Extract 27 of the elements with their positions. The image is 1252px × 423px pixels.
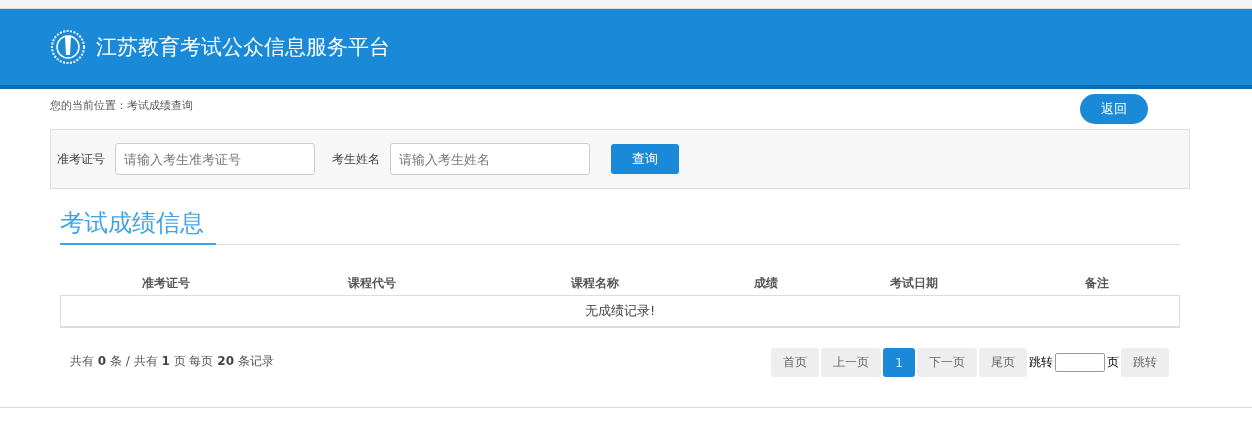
page-button[interactable]: 尾页 (979, 348, 1027, 377)
page-button[interactable]: 上一页 (821, 348, 882, 377)
query-button[interactable]: 查询 (611, 144, 679, 174)
page-button[interactable]: 首页 (771, 348, 820, 377)
column-header: 准考证号 (141, 275, 191, 291)
page-input[interactable] (1055, 353, 1105, 372)
back-button[interactable]: 返回 (1080, 94, 1148, 124)
emblem-icon (50, 29, 86, 65)
field-label: 考生姓名 (332, 151, 380, 167)
input-field[interactable]: 请输入考生准考证号 (115, 143, 315, 175)
breadcrumb: 您的当前位置：考试成绩查询 (50, 97, 193, 113)
column-header: 考试日期 (889, 275, 939, 291)
jump-label: 跳转 (1029, 354, 1053, 371)
column-header: 成绩 (753, 275, 779, 291)
page-button[interactable]: 下一页 (917, 348, 977, 377)
site-title: 江苏教育考试公众信息服务平台 (96, 34, 390, 61)
column-header: 课程名称 (570, 275, 620, 291)
column-header: 课程代号 (347, 275, 397, 291)
jump-button[interactable]: 跳转 (1121, 348, 1169, 377)
field-label: 准考证号 (57, 151, 105, 167)
section-title: 考试成绩信息 (60, 207, 216, 245)
record-summary: 共有 0 条 / 共有 1 页 每页 20 条记录 (70, 353, 274, 370)
column-header: 备注 (1084, 275, 1110, 291)
page-unit: 页 (1107, 354, 1119, 371)
input-field[interactable]: 请输入考生姓名 (390, 143, 590, 175)
empty-message: 无成绩记录! (60, 295, 1180, 328)
page-button[interactable]: 1 (883, 348, 915, 377)
